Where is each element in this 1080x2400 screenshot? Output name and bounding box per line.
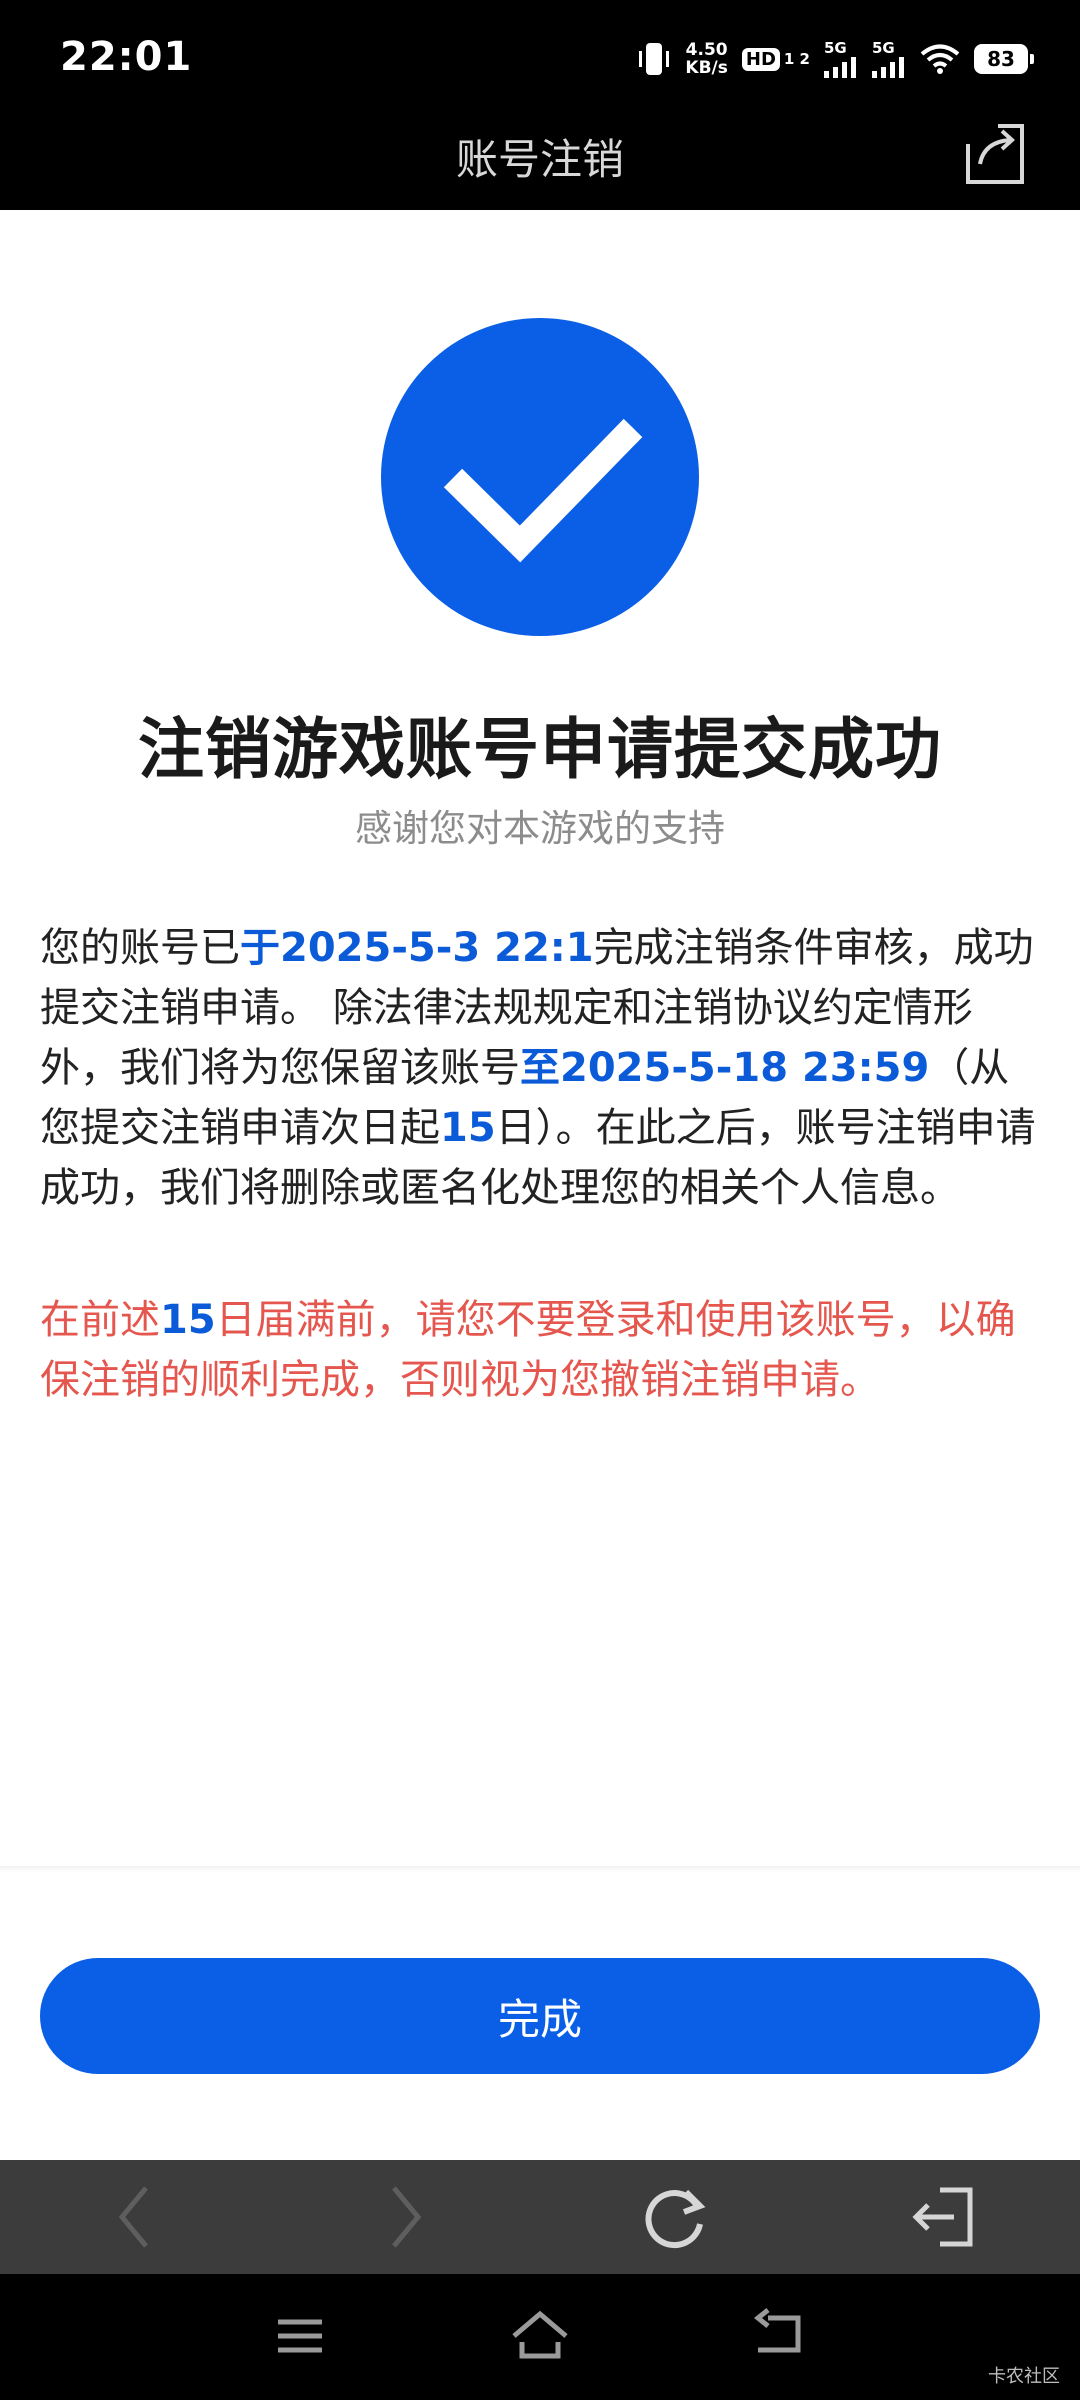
status-icons: 4.50 KB/s HD 1 2 5G 5G 83 [637, 36, 1034, 82]
system-nav-bar: 卡农社区 [0, 2274, 1080, 2400]
home-icon[interactable] [508, 2304, 572, 2368]
done-button[interactable]: 完成 [40, 1958, 1040, 2074]
return-icon[interactable] [748, 2304, 812, 2368]
watermark: 卡农社区 [988, 2366, 1060, 2387]
status-time: 22:01 [60, 34, 193, 80]
net-speed-value: 4.50 [685, 40, 728, 60]
back-icon[interactable] [100, 2182, 170, 2252]
hd-sub: 1 2 [783, 49, 810, 68]
warning-days: 15 [160, 1297, 216, 1343]
signal-icon [824, 56, 856, 78]
review-date: 于2025-5-3 22:1 [240, 925, 594, 971]
net-speed-unit: KB/s [685, 58, 728, 78]
cancellation-warning: 在前述15日届满前，请您不要登录和使用该账号，以确保注销的顺利完成，否则视为您撤… [40, 1297, 1016, 1403]
wifi-icon [920, 44, 960, 74]
retention-deadline: 至2025-5-18 23:59 [520, 1045, 930, 1091]
sim2-signal: 5G [872, 38, 906, 78]
page-title: 账号注销 [455, 135, 624, 184]
sim1-label: 5G [824, 38, 847, 57]
browser-toolbar [0, 2160, 1080, 2274]
footer-divider [0, 1866, 1080, 1872]
sim2-label: 5G [872, 38, 895, 57]
signal-icon [872, 56, 904, 78]
battery-indicator: 83 [974, 44, 1034, 74]
retention-days: 15 [440, 1105, 496, 1151]
share-icon[interactable] [962, 120, 1028, 186]
vibrate-icon [639, 43, 670, 75]
net-speed: 4.50 KB/s [685, 41, 727, 77]
result-subtitle: 感谢您对本游戏的支持 [355, 807, 725, 850]
menu-icon[interactable] [268, 2304, 332, 2368]
hd-badge: HD [741, 47, 780, 71]
refresh-icon[interactable] [640, 2182, 710, 2252]
sim1-signal: 5G [824, 38, 858, 78]
cancellation-details: 您的账号已于2025-5-3 22:1完成注销条件审核，成功提交注销申请。 除法… [40, 925, 1036, 1211]
top-bar: 22:01 4.50 KB/s HD 1 2 5G 5G 83 账号注销 [0, 0, 1080, 210]
forward-icon[interactable] [370, 2182, 440, 2252]
result-headline: 注销游戏账号申请提交成功 [138, 711, 942, 788]
check-circle-icon [381, 318, 699, 636]
exit-icon[interactable] [910, 2182, 980, 2252]
